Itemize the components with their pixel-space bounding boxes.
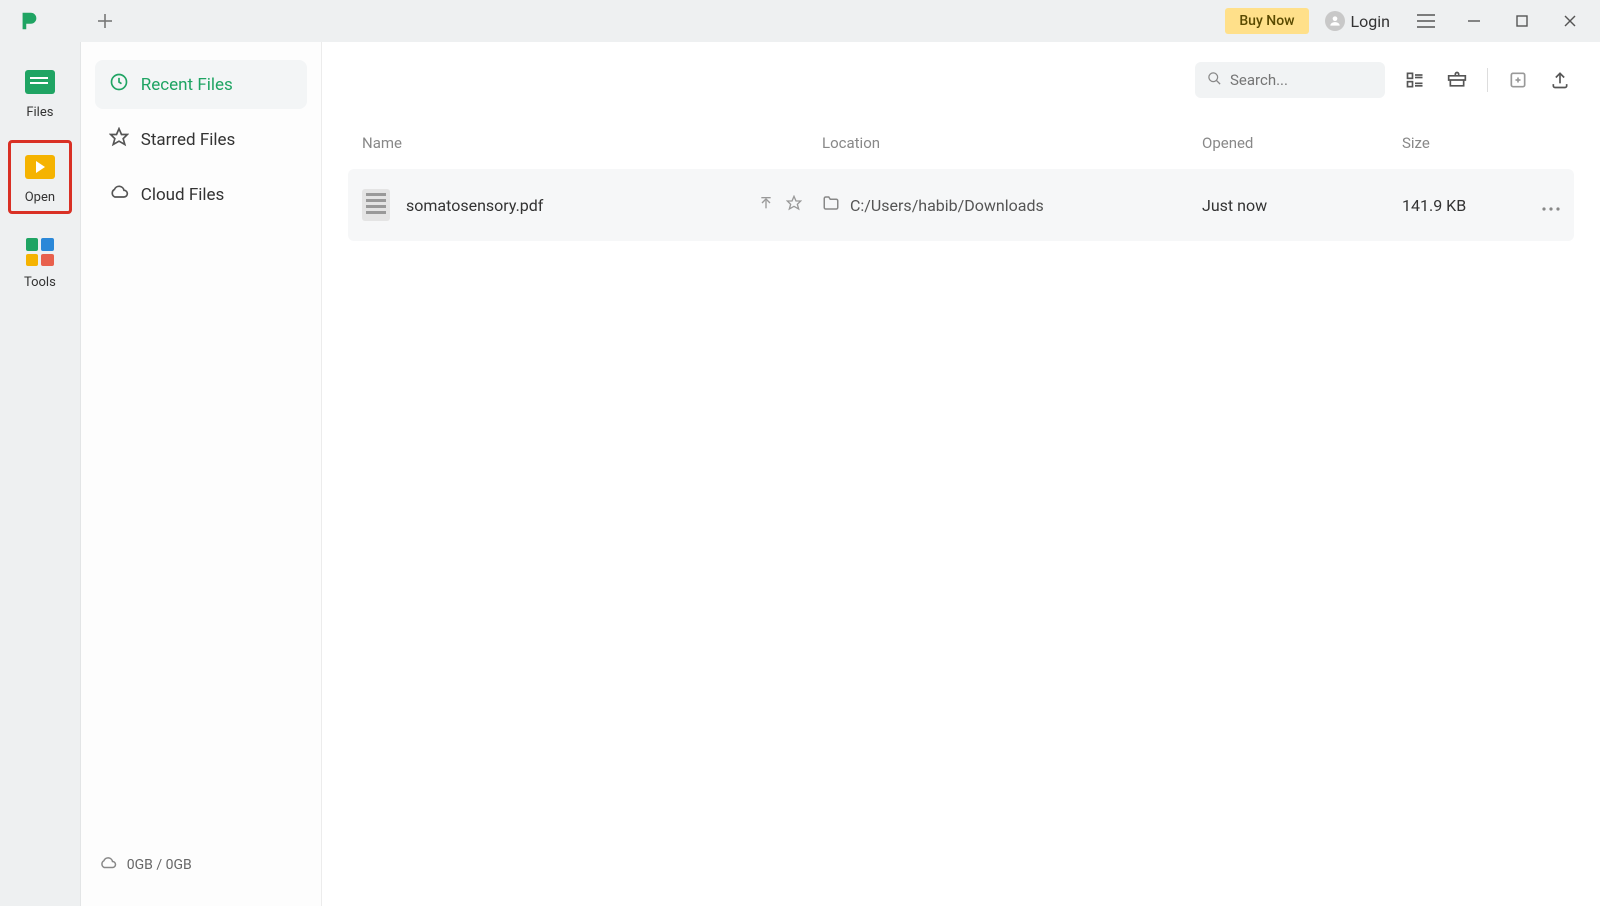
app-logo-icon: [18, 10, 40, 32]
table-header: Name Location Opened Size: [348, 118, 1574, 169]
toolbar-divider: [1487, 68, 1488, 92]
nav-files[interactable]: Files: [12, 60, 68, 124]
sidebar-menu: Recent Files Starred Files Cloud Files: [81, 60, 321, 219]
upload-button[interactable]: [1548, 68, 1572, 92]
nav-open-label: Open: [25, 190, 55, 205]
menu-button[interactable]: [1406, 3, 1446, 39]
plugins-button[interactable]: [1445, 68, 1469, 92]
titlebar-left: [0, 4, 122, 38]
new-file-button[interactable]: [1506, 68, 1530, 92]
header-size[interactable]: Size: [1402, 134, 1542, 152]
sidebar-recent-label: Recent Files: [141, 75, 233, 95]
file-location: C:/Users/habib/Downloads: [850, 196, 1044, 215]
open-icon: [20, 149, 60, 185]
header-location[interactable]: Location: [822, 134, 1202, 152]
tools-icon: [20, 234, 60, 270]
file-name-cell: somatosensory.pdf: [362, 189, 822, 221]
minimize-button[interactable]: [1454, 3, 1494, 39]
header-opened[interactable]: Opened: [1202, 134, 1402, 152]
close-button[interactable]: [1550, 3, 1590, 39]
row-more-button[interactable]: [1542, 196, 1560, 215]
search-input[interactable]: [1230, 71, 1373, 89]
file-location-cell: C:/Users/habib/Downloads: [822, 194, 1202, 216]
titlebar: Buy Now Login: [0, 0, 1600, 42]
login-label: Login: [1351, 12, 1390, 31]
cloud-icon: [109, 182, 129, 207]
sidebar-storage[interactable]: 0GB / 0GB: [81, 840, 321, 906]
new-tab-button[interactable]: [88, 4, 122, 38]
pdf-thumbnail-icon: [362, 189, 390, 221]
star-row-icon[interactable]: [786, 195, 802, 215]
nav-files-label: Files: [26, 105, 53, 120]
view-list-button[interactable]: [1403, 68, 1427, 92]
file-table: Name Location Opened Size somatosensory.…: [322, 118, 1600, 241]
search-icon: [1207, 71, 1222, 90]
cloud-storage-icon: [99, 854, 117, 876]
nav-rail: Files Open Tools: [0, 42, 81, 906]
content-area: Name Location Opened Size somatosensory.…: [322, 42, 1600, 906]
table-row[interactable]: somatosensory.pdf C:/Users/habib/: [348, 169, 1574, 241]
storage-text: 0GB / 0GB: [127, 857, 192, 873]
login-button[interactable]: Login: [1317, 7, 1398, 35]
file-size: 141.9 KB: [1402, 196, 1542, 215]
sidebar: Recent Files Starred Files Cloud Files 0…: [81, 42, 322, 906]
content-toolbar: [322, 42, 1600, 118]
pin-icon[interactable]: [758, 195, 774, 215]
search-box[interactable]: [1195, 62, 1385, 98]
nav-tools[interactable]: Tools: [12, 230, 68, 294]
main-area: Files Open Tools Recent Files Starred Fi…: [0, 42, 1600, 906]
folder-icon: [822, 194, 840, 216]
sidebar-starred-files[interactable]: Starred Files: [95, 115, 307, 164]
sidebar-cloud-files[interactable]: Cloud Files: [95, 170, 307, 219]
buy-now-button[interactable]: Buy Now: [1225, 8, 1308, 34]
file-name: somatosensory.pdf: [406, 196, 543, 215]
nav-tools-label: Tools: [24, 275, 56, 290]
sidebar-starred-label: Starred Files: [141, 130, 236, 150]
maximize-button[interactable]: [1502, 3, 1542, 39]
sidebar-recent-files[interactable]: Recent Files: [95, 60, 307, 109]
file-opened: Just now: [1202, 196, 1402, 215]
clock-icon: [109, 72, 129, 97]
sidebar-cloud-label: Cloud Files: [141, 185, 225, 205]
header-name[interactable]: Name: [362, 134, 822, 152]
titlebar-right: Buy Now Login: [1225, 3, 1600, 39]
star-icon: [109, 127, 129, 152]
files-icon: [20, 64, 60, 100]
nav-open[interactable]: Open: [8, 140, 72, 214]
avatar-icon: [1325, 11, 1345, 31]
